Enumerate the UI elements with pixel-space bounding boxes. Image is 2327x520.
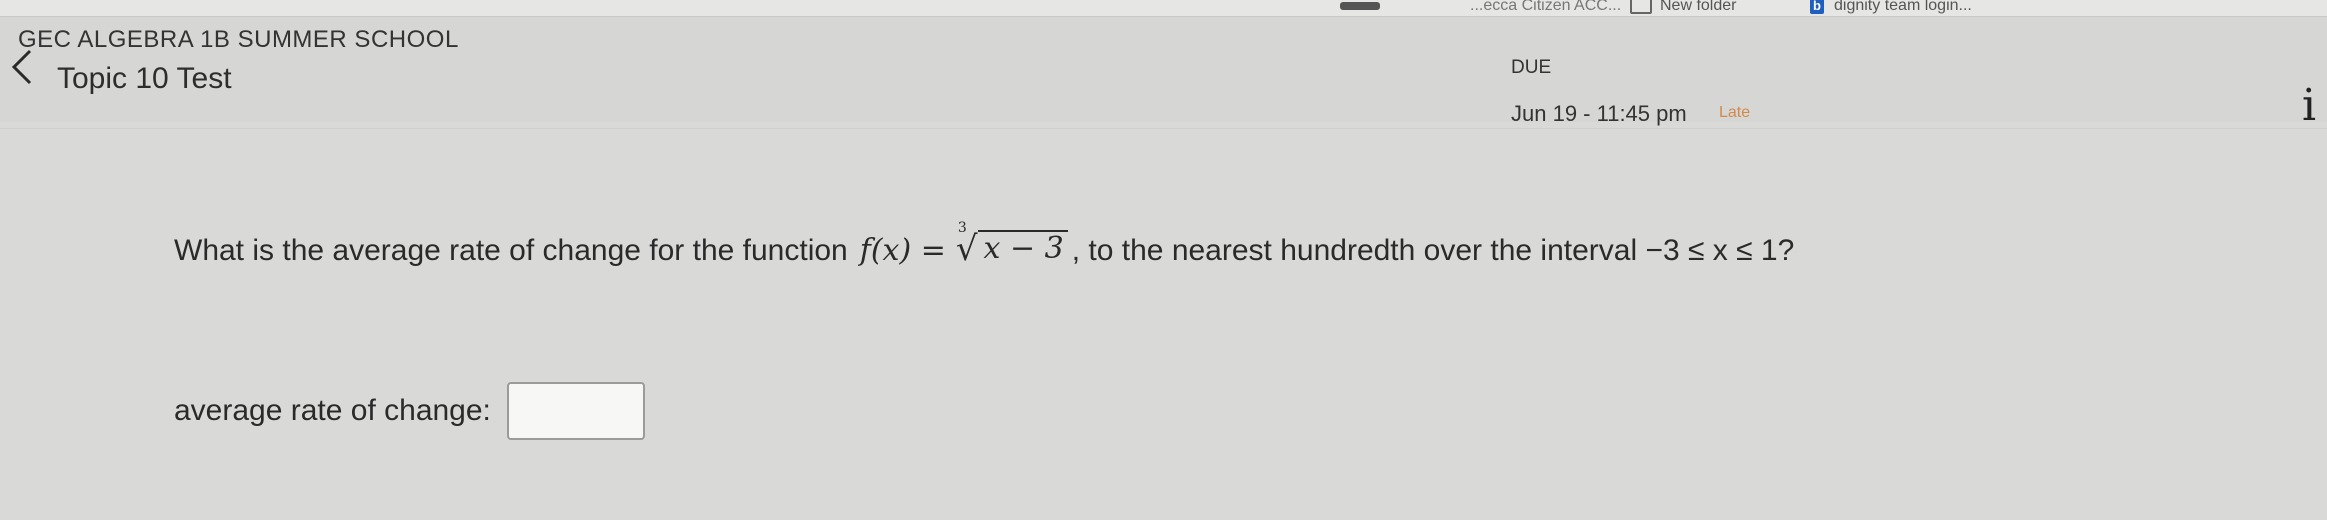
chevron-left-icon [11,49,32,85]
radicand: x − 3 [977,230,1068,266]
bookmark-item-cut[interactable]: ...ecca Citizen ACC... [1470,0,1621,15]
test-header: GEC ALGEBRA 1B SUMMER SCHOOL Topic 10 Te… [0,17,2327,122]
radical-sign-icon: √ [955,229,978,269]
answer-row: average rate of change: [174,382,645,440]
answer-input[interactable] [506,382,645,440]
root-index: 3 [957,220,967,236]
bookmark-folder[interactable]: New folder [1630,0,1736,15]
folder-icon [1630,0,1652,14]
question-suffix: , to the nearest hundredth over the inte… [1071,234,1795,267]
late-badge: Late [1719,104,1751,121]
answer-label: average rate of change: [174,394,491,427]
due-date: Jun 19 - 11:45 pm [1511,101,1687,126]
cube-root-expression: 3 √ x − 3 [955,220,1068,269]
course-name: GEC ALGEBRA 1B SUMMER SCHOOL [18,26,459,53]
header-divider [0,128,2327,129]
test-title: Topic 10 Test [57,62,232,95]
back-button[interactable] [4,47,40,87]
bookmark-dignity[interactable]: b dignity team login... [1810,0,1972,15]
bookmarks-bar: ...ecca Citizen ACC... New folder b dign… [0,0,2327,17]
question-prefix: What is the average rate of change for t… [174,234,848,267]
question-text: What is the average rate of change for t… [174,220,1795,269]
tab-strip-fragment [1340,2,1380,10]
question-function: f(x) = [859,233,946,268]
due-label: DUE [1511,57,1552,78]
bookmark-b-icon: b [1810,0,1824,14]
bookmark-folder-label: New folder [1660,0,1737,14]
bookmark-dignity-label: dignity team login... [1834,0,1972,14]
info-icon[interactable]: i [2302,84,2316,128]
